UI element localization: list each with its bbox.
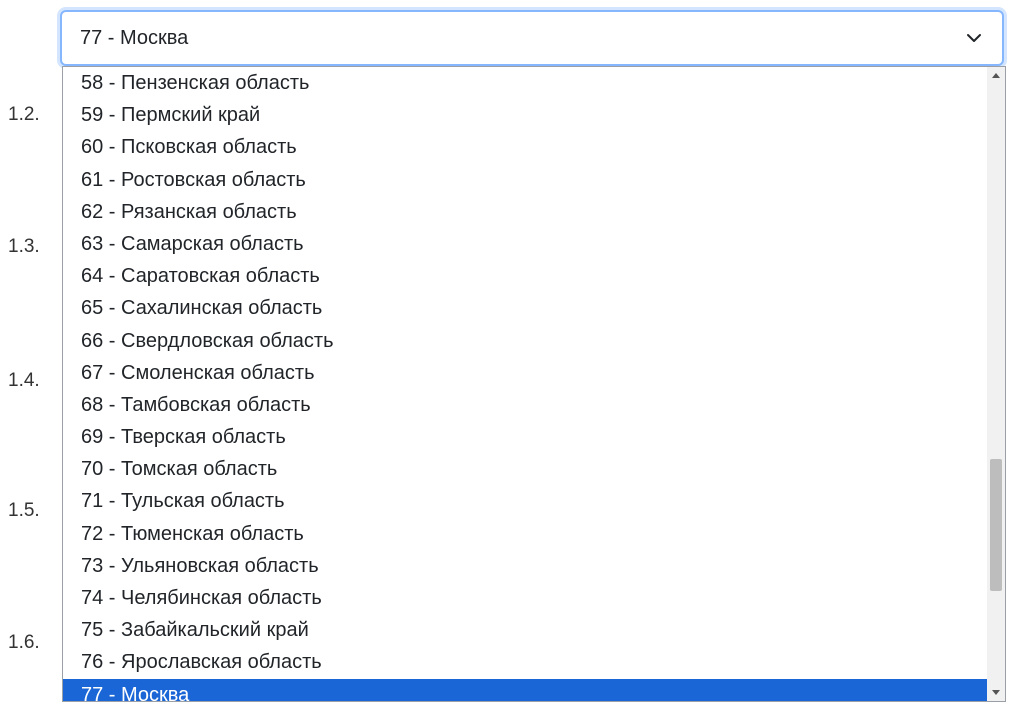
dropdown-option[interactable]: 60 - Псковская область — [63, 131, 988, 163]
chevron-down-icon — [967, 34, 981, 42]
scroll-down-arrow-icon[interactable] — [987, 683, 1005, 701]
scroll-up-arrow-icon[interactable] — [987, 67, 1005, 85]
dropdown-option[interactable]: 69 - Тверская область — [63, 421, 988, 453]
dropdown-option[interactable]: 64 - Саратовская область — [63, 260, 988, 292]
scrollbar-thumb[interactable] — [990, 459, 1002, 591]
dropdown-option[interactable]: 70 - Томская область — [63, 453, 988, 485]
dropdown-option[interactable]: 73 - Ульяновская область — [63, 550, 988, 582]
section-number-1-2: 1.2. — [8, 104, 40, 125]
dropdown-option[interactable]: 61 - Ростовская область — [63, 164, 988, 196]
dropdown-option[interactable]: 62 - Рязанская область — [63, 196, 988, 228]
page: 1.2. 1.3. 1.4. 1.5. 1.6. 77 - Москва 58 … — [0, 0, 1009, 706]
section-number-1-5: 1.5. — [8, 500, 40, 521]
section-number-1-6: 1.6. — [8, 632, 40, 653]
section-number-1-4: 1.4. — [8, 370, 40, 391]
region-select-value: 77 - Москва — [80, 27, 189, 49]
dropdown-scrollbar[interactable] — [987, 67, 1005, 701]
dropdown-option[interactable]: 74 - Челябинская область — [63, 582, 988, 614]
dropdown-option[interactable]: 58 - Пензенская область — [63, 67, 988, 99]
dropdown-option-selected[interactable]: 77 - Москва — [63, 678, 988, 701]
dropdown-option[interactable]: 65 - Сахалинская область — [63, 292, 988, 324]
region-options: 58 - Пензенская область 59 - Пермский кр… — [63, 67, 988, 701]
dropdown-option[interactable]: 72 - Тюменская область — [63, 518, 988, 550]
dropdown-option[interactable]: 76 - Ярославская область — [63, 646, 988, 678]
region-select[interactable]: 77 - Москва — [60, 10, 1004, 66]
dropdown-option[interactable]: 66 - Свердловская область — [63, 325, 988, 357]
section-number-1-3: 1.3. — [8, 236, 40, 257]
dropdown-option[interactable]: 68 - Тамбовская область — [63, 389, 988, 421]
dropdown-option[interactable]: 71 - Тульская область — [63, 485, 988, 517]
dropdown-option[interactable]: 75 - Забайкальский край — [63, 614, 988, 646]
dropdown-option[interactable]: 67 - Смоленская область — [63, 357, 988, 389]
dropdown-option[interactable]: 59 - Пермский край — [63, 99, 988, 131]
dropdown-option[interactable]: 63 - Самарская область — [63, 228, 988, 260]
region-dropdown-list[interactable]: 58 - Пензенская область 59 - Пермский кр… — [62, 66, 1006, 702]
